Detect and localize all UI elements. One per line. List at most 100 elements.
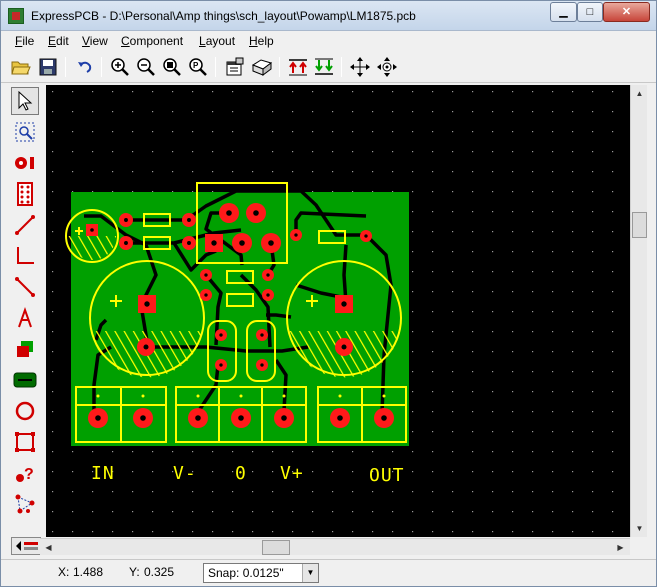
toolbar-separator: [341, 57, 342, 77]
y-coordinate-label: Y:: [129, 565, 140, 579]
pad-hole: [204, 273, 208, 277]
select-arrow-icon[interactable]: [11, 87, 39, 115]
board-label-v-plus: V+: [280, 463, 304, 484]
top-layer-tab[interactable]: [11, 537, 41, 555]
pad-hole: [124, 218, 128, 222]
pad-hole: [140, 415, 146, 421]
zoom-select-icon[interactable]: [11, 118, 39, 146]
pad-hole: [266, 273, 270, 277]
toolbar-separator: [65, 57, 66, 77]
app-window: ExpressPCB - D:\Personal\Amp things\sch_…: [0, 0, 657, 587]
place-fill-icon[interactable]: [11, 335, 39, 363]
pad-hole: [187, 218, 191, 222]
pad-hole: [219, 363, 223, 367]
ground-plane-icon[interactable]: [11, 366, 39, 394]
menu-bar: File Edit View Component Layout Help: [1, 32, 656, 51]
snap-label: Snap:: [208, 566, 240, 580]
place-circle-icon[interactable]: [11, 397, 39, 425]
board-label-v-minus: V-: [173, 463, 197, 484]
pad-hole: [90, 228, 94, 232]
pad-hole: [204, 293, 208, 297]
place-rectangle-icon[interactable]: [11, 428, 39, 456]
vertical-scroll-thumb[interactable]: [632, 212, 647, 238]
svg-text:?: ?: [24, 466, 34, 483]
pad-hole: [239, 240, 245, 246]
vertical-scrollbar[interactable]: ▲ ▼: [630, 85, 647, 537]
undo-icon[interactable]: [73, 55, 97, 79]
pad-hole: [238, 415, 244, 421]
place-component-icon[interactable]: [11, 180, 39, 208]
center-icon[interactable]: [375, 55, 399, 79]
pad-hole: [226, 210, 232, 216]
menu-edit[interactable]: Edit: [48, 34, 69, 48]
snap-select[interactable]: Snap: 0.0125" ▼: [203, 563, 319, 583]
maximize-button[interactable]: □: [577, 2, 603, 22]
pad-hole: [341, 344, 347, 350]
pad-hole: [281, 415, 287, 421]
pad-hole: [337, 415, 343, 421]
board-label-out: OUT: [369, 465, 405, 486]
pad-hole: [124, 241, 128, 245]
horizontal-scroll-thumb[interactable]: [262, 540, 290, 555]
pad-hole: [211, 240, 217, 246]
draw-line-icon[interactable]: [11, 273, 39, 301]
board-label-in: IN: [91, 463, 115, 484]
properties-icon[interactable]: [223, 55, 247, 79]
pcb-canvas[interactable]: IN V- 0 V+ OUT: [46, 85, 630, 537]
save-icon[interactable]: [36, 55, 60, 79]
title-bar[interactable]: ExpressPCB - D:\Personal\Amp things\sch_…: [1, 1, 656, 31]
expresspcb-app-icon[interactable]: [8, 8, 24, 24]
pad-hole: [187, 241, 191, 245]
pan-icon[interactable]: [348, 55, 372, 79]
zoom-window-icon[interactable]: [160, 55, 184, 79]
window-title: ExpressPCB - D:\Personal\Amp things\sch_…: [31, 9, 416, 23]
draw-corner-trace-icon[interactable]: [11, 242, 39, 270]
scroll-up-icon[interactable]: ▲: [632, 86, 647, 101]
menu-file[interactable]: File: [15, 34, 34, 48]
pad-hole: [381, 415, 387, 421]
help-pad-icon[interactable]: ?: [11, 459, 39, 487]
snap-value: 0.0125": [242, 566, 284, 580]
pad-hole: [364, 234, 368, 238]
horizontal-scrollbar[interactable]: ◀ ▶: [40, 538, 630, 555]
chevron-down-icon[interactable]: ▼: [302, 564, 318, 582]
svg-text:P: P: [193, 61, 199, 70]
pad-hole: [95, 415, 101, 421]
pad-hole: [341, 301, 347, 307]
scroll-down-icon[interactable]: ▼: [632, 521, 647, 536]
scroll-right-icon[interactable]: ▶: [613, 540, 628, 555]
pad-hole: [219, 333, 223, 337]
menu-component[interactable]: Component: [121, 34, 183, 48]
pad-hole: [253, 210, 259, 216]
toolbar-separator: [279, 57, 280, 77]
board-label-ground: 0: [235, 463, 246, 484]
scroll-left-icon[interactable]: ◀: [41, 540, 56, 555]
pcb-layout-drawing[interactable]: [46, 85, 630, 537]
menu-view[interactable]: View: [82, 34, 108, 48]
bottom-layer-icon[interactable]: [312, 55, 336, 79]
toolbar-separator: [101, 57, 102, 77]
close-button[interactable]: ✕: [603, 2, 650, 22]
menu-help[interactable]: Help: [249, 34, 274, 48]
menu-layout[interactable]: Layout: [199, 34, 235, 48]
toolbar-separator: [215, 57, 216, 77]
pad-hole: [266, 293, 270, 297]
order-icon[interactable]: [250, 55, 274, 79]
pad-hole: [260, 363, 264, 367]
top-layer-icon[interactable]: [286, 55, 310, 79]
open-icon[interactable]: [9, 55, 33, 79]
place-text-icon[interactable]: [11, 304, 39, 332]
pad-hole: [260, 333, 264, 337]
x-coordinate-label: X:: [58, 565, 70, 579]
x-coordinate-value: 1.488: [73, 565, 104, 579]
minimize-button[interactable]: ▁: [550, 2, 577, 22]
zoom-in-icon[interactable]: [108, 55, 132, 79]
pad-hole: [268, 240, 274, 246]
zoom-out-icon[interactable]: [134, 55, 158, 79]
netlist-icon[interactable]: [11, 490, 39, 518]
zoom-fit-icon[interactable]: P: [186, 55, 210, 79]
status-bar: X: 1.488 Y: 0.325 Snap: 0.0125" ▼: [1, 559, 656, 586]
place-pad-icon[interactable]: [11, 149, 39, 177]
pad-hole: [195, 415, 201, 421]
draw-trace-icon[interactable]: [11, 211, 39, 239]
